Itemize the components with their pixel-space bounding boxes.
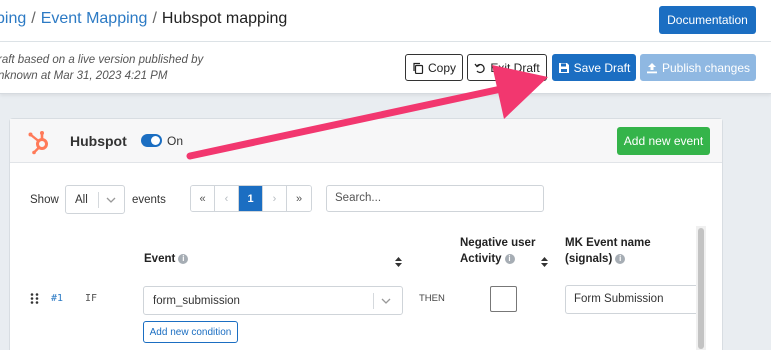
enable-toggle[interactable] (141, 134, 162, 147)
hubspot-logo-icon (28, 131, 48, 155)
draft-info-line: raft based on a live version published b… (0, 54, 204, 66)
column-header-event[interactable]: Event i (144, 251, 189, 267)
top-bar: ping / Event Mapping / Hubspot mapping Docum… (0, 0, 771, 42)
exit-draft-button[interactable]: Exit Draft (467, 54, 547, 81)
save-draft-label: Save Draft (573, 60, 631, 75)
drag-handle-icon[interactable] (30, 293, 39, 304)
breadcrumb-item-mapping[interactable]: ping (0, 10, 26, 27)
info-icon: i (504, 253, 515, 264)
breadcrumb-separator: / (31, 10, 36, 27)
upload-icon (646, 62, 657, 73)
add-new-event-button[interactable]: Add new event (617, 127, 710, 155)
sort-icon[interactable] (541, 257, 548, 267)
publish-changes-label: Publish changes (661, 60, 751, 75)
save-icon (558, 62, 569, 73)
negative-activity-checkbox[interactable] (490, 286, 517, 312)
event-select-value: form_submission (153, 295, 240, 307)
search-input[interactable]: Search... (326, 185, 544, 212)
draft-info: raft based on a live version published b… (0, 52, 203, 84)
column-label: (signals) (565, 253, 613, 265)
toggle-label: On (167, 134, 184, 148)
documentation-button[interactable]: Documentation (659, 6, 756, 34)
then-label: THEN (419, 293, 445, 304)
select-divider (373, 293, 374, 309)
column-label: Negative user (460, 237, 536, 249)
copy-icon (413, 62, 424, 74)
page-title: Hubspot mapping (161, 10, 288, 27)
scrollbar[interactable] (696, 226, 706, 350)
integration-card: Hubspot On Add new event Show All events… (9, 118, 723, 350)
sort-icon[interactable] (395, 257, 402, 267)
draft-info-line: nknown at Mar 31, 2023 4:21 PM (0, 70, 168, 82)
pager-first[interactable]: « (191, 186, 215, 211)
chevron-down-icon (381, 298, 391, 304)
column-label: MK Event name (565, 237, 651, 249)
info-icon: i (178, 253, 189, 264)
undo-icon (474, 63, 486, 73)
draft-bar: raft based on a live version published b… (0, 42, 771, 94)
show-label: Show (30, 194, 59, 206)
column-header-mk-event[interactable]: MK Event name (signals) i (565, 235, 651, 267)
publish-changes-button[interactable]: Publish changes (640, 54, 756, 81)
breadcrumb-item-event-mapping[interactable]: Event Mapping (41, 10, 148, 27)
integration-title: Hubspot (70, 133, 127, 149)
column-label: Activity (460, 253, 502, 265)
page-size-value: All (75, 194, 88, 206)
mk-event-name-input[interactable]: Form Submission (565, 285, 705, 314)
pager-prev[interactable]: ‹ (215, 186, 239, 211)
breadcrumb: ping / Event Mapping / Hubspot mapping (0, 10, 287, 28)
if-label: IF (85, 293, 98, 304)
event-select[interactable]: form_submission (143, 286, 403, 315)
select-divider (98, 192, 99, 208)
info-icon: i (615, 253, 626, 264)
page-size-select[interactable]: All (65, 185, 125, 214)
copy-button[interactable]: Copy (405, 54, 463, 81)
scrollbar-thumb[interactable] (698, 228, 704, 349)
events-label: events (132, 194, 166, 206)
breadcrumb-separator: / (152, 10, 157, 27)
card-header: Hubspot On Add new event (10, 119, 722, 163)
copy-label: Copy (427, 60, 456, 75)
exit-draft-label: Exit Draft (490, 60, 540, 75)
chevron-down-icon (106, 197, 116, 203)
column-label: Event (144, 253, 176, 265)
row-number: #1 (51, 293, 64, 304)
pager-next[interactable]: › (263, 186, 287, 211)
add-new-condition-button[interactable]: Add new condition (143, 321, 238, 343)
pager-last[interactable]: » (287, 186, 311, 211)
pagination: « ‹ 1 › » (190, 185, 312, 212)
save-draft-button[interactable]: Save Draft (552, 54, 636, 81)
pager-page-1[interactable]: 1 (239, 186, 263, 211)
column-header-negative[interactable]: Negative user Activity i (460, 235, 535, 267)
